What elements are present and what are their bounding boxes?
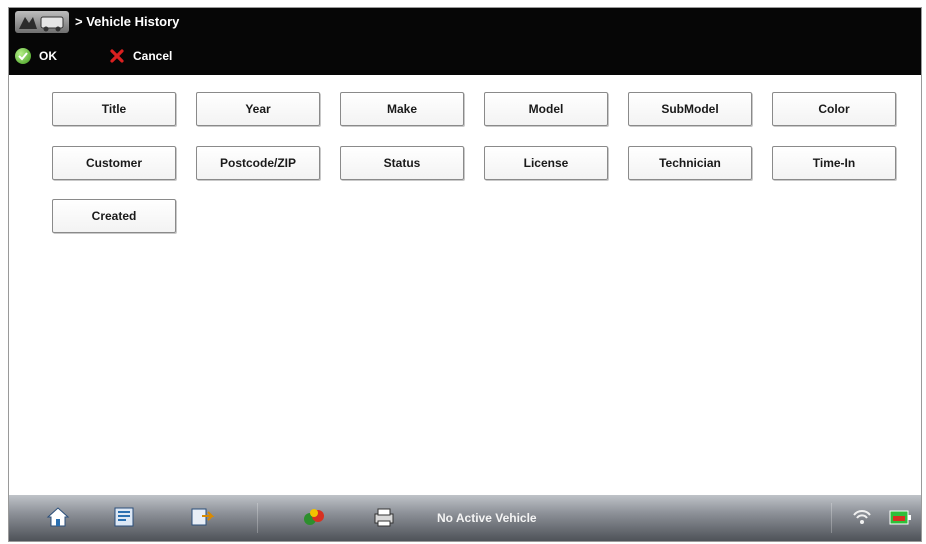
field-customer-button[interactable]: Customer bbox=[52, 146, 176, 180]
field-title-button[interactable]: Title bbox=[52, 92, 176, 126]
field-status-button[interactable]: Status bbox=[340, 146, 464, 180]
home-breadcrumb-icon[interactable] bbox=[15, 11, 69, 33]
ok-button[interactable]: OK bbox=[15, 46, 57, 66]
field-make-button[interactable]: Make bbox=[340, 92, 464, 126]
vehicle-status-text: No Active Vehicle bbox=[437, 511, 537, 525]
bottom-toolbar: No Active Vehicle bbox=[9, 495, 921, 541]
battery-icon[interactable] bbox=[885, 505, 915, 529]
cancel-button[interactable]: Cancel bbox=[109, 46, 172, 66]
home-icon[interactable] bbox=[43, 505, 73, 529]
vehicle-record-icon[interactable] bbox=[109, 505, 139, 529]
printer-icon[interactable] bbox=[369, 505, 399, 529]
system-icon[interactable] bbox=[299, 505, 329, 529]
toolbar-separator bbox=[831, 503, 832, 533]
field-created-button[interactable]: Created bbox=[52, 199, 176, 233]
close-icon bbox=[109, 48, 125, 64]
header-bar: > Vehicle History OK Cancel bbox=[9, 8, 921, 75]
field-license-button[interactable]: License bbox=[484, 146, 608, 180]
field-selection-grid: Title Year Make Model SubModel Color Cus… bbox=[9, 75, 921, 495]
field-year-button[interactable]: Year bbox=[196, 92, 320, 126]
toolbar-separator bbox=[257, 503, 258, 533]
field-technician-button[interactable]: Technician bbox=[628, 146, 752, 180]
cancel-label: Cancel bbox=[133, 49, 173, 63]
page-title: > Vehicle History bbox=[75, 14, 180, 29]
field-time-in-button[interactable]: Time-In bbox=[772, 146, 896, 180]
app-window: > Vehicle History OK Cancel Title Year M… bbox=[8, 7, 922, 542]
wireless-icon[interactable] bbox=[847, 505, 877, 529]
field-color-button[interactable]: Color bbox=[772, 92, 896, 126]
checkmark-icon bbox=[15, 48, 31, 64]
field-submodel-button[interactable]: SubModel bbox=[628, 92, 752, 126]
field-postcode-button[interactable]: Postcode/ZIP bbox=[196, 146, 320, 180]
tools-icon[interactable] bbox=[187, 505, 217, 529]
ok-label: OK bbox=[39, 49, 57, 63]
field-model-button[interactable]: Model bbox=[484, 92, 608, 126]
